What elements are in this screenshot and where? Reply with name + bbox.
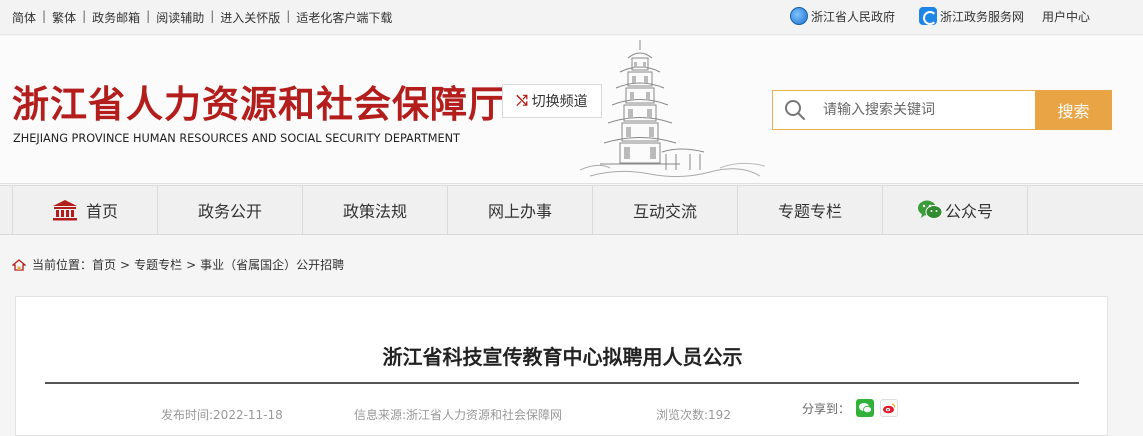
nav-item-interaction[interactable]: 互动交流 [593, 186, 738, 234]
site-header: 浙江省人力资源和社会保障厅 ZHEJIANG PROVINCE HUMAN RE… [0, 36, 1143, 184]
government-building-icon [52, 200, 77, 221]
search-input[interactable] [823, 102, 1023, 118]
wechat-share-icon[interactable] [856, 399, 875, 417]
title-divider [45, 382, 1079, 384]
article-card: 浙江省科技宣传教育中心拟聘用人员公示 发布时间:2022-11-18 信息来源:… [15, 296, 1108, 436]
nav-item-gov-affairs[interactable]: 政务公开 [158, 186, 303, 234]
top-bar: 简体 | 繁体 | 政务邮箱 | 阅读辅助 | 进入关怀版 | 适老化客户端下载… [0, 0, 1143, 35]
link-traditional[interactable]: 繁体 [52, 9, 76, 26]
link-gov-mailbox[interactable]: 政务邮箱 [92, 9, 140, 26]
shuffle-icon: ⤭ [516, 93, 528, 109]
top-right-links: 浙江省人民政府 浙江政务服务网 用户中心 [790, 7, 1090, 25]
pagoda-illustration [580, 40, 766, 178]
nav-item-online-services[interactable]: 网上办事 [448, 186, 593, 234]
main-nav: 首页 政务公开 政策法规 网上办事 互动交流 专题专栏 公众号 [0, 185, 1143, 235]
breadcrumb-special-topics[interactable]: 专题专栏 [134, 256, 182, 273]
user-center-label: 用户中心 [1042, 9, 1091, 24]
link-zhejiang-service[interactable]: 浙江政务服务网 [919, 7, 1024, 25]
breadcrumb-prefix: 当前位置： [32, 258, 93, 272]
zhejiang-gov-icon [790, 7, 808, 25]
home-icon [12, 258, 26, 271]
top-links: 简体 | 繁体 | 政务邮箱 | 阅读辅助 | 进入关怀版 | 适老化客户端下载 [12, 9, 392, 26]
share-label: 分享到： [802, 401, 851, 416]
breadcrumb: 当前位置： 首页 > 专题专栏 > 事业（省属国企）公开招聘 [12, 256, 344, 273]
divider: | [42, 9, 47, 23]
nav-item-official-account[interactable]: 公众号 [883, 186, 1028, 234]
link-simplified[interactable]: 简体 [12, 9, 36, 26]
site-logo-chinese[interactable]: 浙江省人力资源和社会保障厅 [12, 74, 506, 128]
search-box [772, 90, 1036, 130]
nav-home-label: 首页 [85, 202, 118, 221]
nav-item-special-topics[interactable]: 专题专栏 [738, 186, 883, 234]
divider: | [286, 9, 291, 23]
nav-item-home[interactable]: 首页 [13, 186, 158, 234]
link-care-mode[interactable]: 进入关怀版 [220, 9, 280, 26]
breadcrumb-separator: > [120, 257, 131, 272]
divider: | [210, 9, 215, 23]
view-count: 浏览次数:192 [656, 408, 731, 422]
link-reading-aid[interactable]: 阅读辅助 [156, 9, 204, 26]
info-source: 信息来源:浙江省人力资源和社会保障网 [354, 408, 563, 422]
link-user-center[interactable]: 用户中心 [1042, 8, 1090, 25]
nav-official-account-label: 公众号 [944, 202, 993, 221]
breadcrumb-separator: > [186, 257, 197, 272]
site-logo-english: ZHEJIANG PROVINCE HUMAN RESOURCES AND SO… [13, 132, 460, 145]
divider: | [82, 9, 87, 23]
divider: | [146, 9, 151, 23]
zhejiang-gov-label: 浙江省人民政府 [811, 9, 896, 24]
search-button[interactable]: 搜索 [1035, 90, 1112, 130]
breadcrumb-public-recruitment[interactable]: 事业（省属国企）公开招聘 [200, 256, 344, 273]
search-icon [785, 100, 805, 120]
link-elderly-app-download[interactable]: 适老化客户端下载 [296, 9, 392, 26]
link-zhejiang-gov[interactable]: 浙江省人民政府 [790, 7, 895, 25]
nav-item-policies[interactable]: 政策法规 [303, 186, 448, 234]
wechat-icon [917, 200, 943, 219]
breadcrumb-home[interactable]: 首页 [92, 256, 116, 273]
zhejiang-service-label: 浙江政务服务网 [940, 9, 1025, 24]
zhejiang-service-icon [919, 7, 938, 25]
article-title: 浙江省科技宣传教育中心拟聘用人员公示 [382, 345, 743, 369]
publish-time: 发布时间:2022-11-18 [161, 408, 283, 422]
weibo-share-icon[interactable] [880, 399, 899, 417]
share-bar: 分享到： [802, 399, 899, 417]
